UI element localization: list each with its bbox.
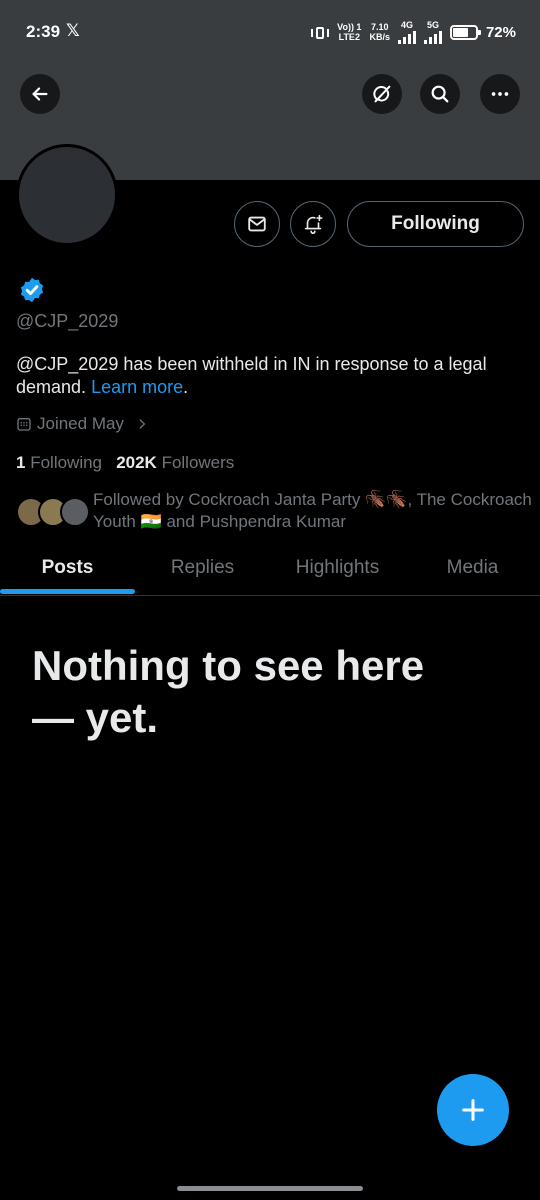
profile-handle: @CJP_2029 xyxy=(16,311,119,331)
status-time: 2:39 xyxy=(26,22,61,41)
battery-percent: 72% xyxy=(485,23,516,41)
profile-bio: @CJP_2029 has been withheld in IN in res… xyxy=(16,354,487,397)
volte-indicator: Vo)) 1 LTE2 xyxy=(337,22,362,42)
mail-icon xyxy=(248,216,266,232)
active-tab-indicator xyxy=(0,589,135,594)
joined-label: Joined May xyxy=(37,414,124,433)
arrow-left-icon xyxy=(32,87,48,101)
tab-replies[interactable]: Replies xyxy=(135,540,270,596)
notifications-button[interactable] xyxy=(290,201,336,247)
bell-plus-icon xyxy=(304,214,323,234)
followers-link[interactable]: 202K Followers xyxy=(116,453,234,472)
follow-counts: 1 Following 202K Followers xyxy=(16,453,234,473)
status-bar: 2:39 𝕏 Vo)) 1 LTE2 7.10 KB/s 4G 5G 72% xyxy=(0,0,540,64)
back-button[interactable] xyxy=(20,74,60,114)
following-link[interactable]: 1 Following xyxy=(16,453,102,472)
avatar[interactable] xyxy=(16,144,118,246)
followed-by-text: Followed by Cockroach Janta Party 🪳🪳, Th… xyxy=(93,490,532,531)
followed-by-section[interactable]: Followed by Cockroach Janta Party 🪳🪳, Th… xyxy=(16,489,532,535)
learn-more-link[interactable]: Learn more xyxy=(91,377,183,397)
plus-icon xyxy=(462,1099,484,1121)
vibrate-icon xyxy=(311,25,330,39)
tab-highlights[interactable]: Highlights xyxy=(270,540,405,596)
follower-avatar xyxy=(60,497,90,527)
following-button[interactable]: Following xyxy=(347,201,524,247)
joined-date[interactable]: Joined May xyxy=(16,414,149,434)
compose-post-button[interactable] xyxy=(437,1074,509,1146)
tab-media[interactable]: Media xyxy=(405,540,540,596)
grok-button[interactable] xyxy=(362,74,402,114)
home-indicator[interactable] xyxy=(177,1186,363,1191)
withheld-notice: @CJP_2029 has been withheld in IN in res… xyxy=(16,354,487,397)
x-notification-icon: 𝕏 xyxy=(66,21,80,40)
profile-tabs: Posts Replies Highlights Media xyxy=(0,540,540,596)
grok-icon xyxy=(373,85,391,103)
status-indicators: Vo)) 1 LTE2 7.10 KB/s 4G 5G 72% xyxy=(311,20,516,44)
message-button[interactable] xyxy=(234,201,280,247)
tab-posts[interactable]: Posts xyxy=(0,540,135,596)
chevron-right-icon xyxy=(139,419,145,429)
more-icon xyxy=(491,92,509,96)
calendar-icon xyxy=(17,418,31,431)
network-speed: 7.10 KB/s xyxy=(369,22,390,42)
search-button[interactable] xyxy=(420,74,460,114)
search-icon xyxy=(431,85,449,103)
battery-icon xyxy=(449,24,481,40)
verified-badge-icon[interactable] xyxy=(18,276,46,304)
empty-state-title: Nothing to see here — yet. xyxy=(32,642,425,741)
signal-5g: 5G xyxy=(423,20,442,44)
more-button[interactable] xyxy=(480,74,520,114)
signal-4g: 4G xyxy=(397,20,416,44)
